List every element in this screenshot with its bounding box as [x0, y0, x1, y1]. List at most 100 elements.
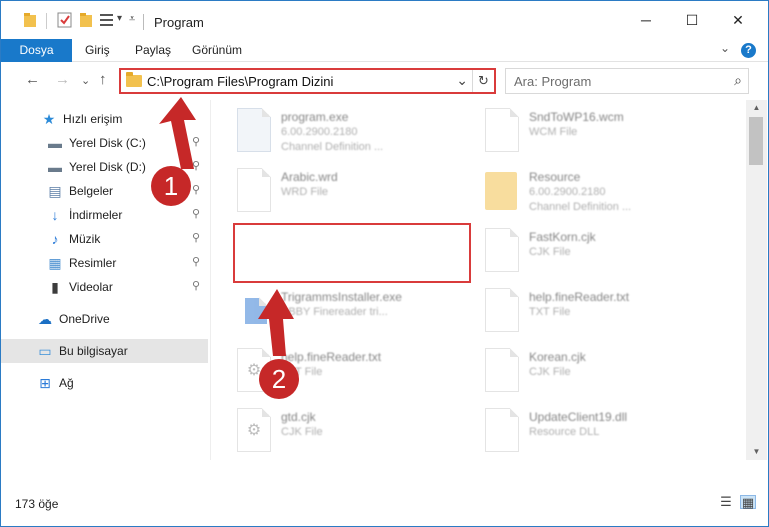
sidebar-item-label: İndirmeler — [69, 208, 123, 222]
help-icon[interactable]: ? — [741, 43, 756, 58]
forward-button[interactable]: → — [55, 71, 70, 88]
file-detail: CJK File — [529, 246, 571, 258]
status-bar: 173 öğe ☰ ▦ — [1, 489, 768, 526]
file-name: program.exe — [281, 110, 349, 124]
sidebar-item[interactable]: ⊞ Ağ — [1, 371, 208, 395]
pin-icon: ⚲ — [191, 160, 200, 172]
back-button[interactable]: ← — [25, 71, 40, 88]
expand-ribbon-icon[interactable]: ⌄ — [720, 41, 730, 55]
file-item[interactable]: Resource 6.00.2900.2180 Channel Definition… — [481, 164, 721, 220]
file-detail: CJK File — [529, 366, 571, 378]
sidebar-item-label: Videolar — [69, 280, 113, 294]
file-detail: 6.00.2900.2180 — [529, 186, 606, 198]
sidebar-item-label: Resimler — [69, 256, 117, 270]
recent-locations-button[interactable]: ⌄ — [81, 74, 90, 87]
scroll-down-arrow[interactable]: ▼ — [746, 444, 767, 460]
step-1-callout: 1 — [151, 166, 191, 206]
file-detail: Channel Definition ... — [281, 141, 384, 153]
maximize-button[interactable]: ☐ — [669, 1, 715, 39]
file-detail: 6.00.2900.2180 — [281, 126, 358, 138]
details-view-icon[interactable]: ☰ — [718, 495, 734, 509]
sidebar-item[interactable]: ▦ Resimler ⚲ — [1, 251, 208, 275]
sidebar-item[interactable]: ▭ Bu bilgisayar — [1, 339, 208, 363]
minimize-button[interactable]: ─ — [623, 1, 669, 39]
item-count: 173 öğe — [15, 497, 59, 511]
file-item[interactable]: help.fineReader.txt TXT File — [481, 284, 721, 340]
scroll-thumb[interactable] — [749, 117, 763, 165]
file-name: UpdateClient19.dll — [529, 410, 628, 424]
large-icons-view-icon[interactable]: ▦ — [740, 495, 756, 510]
quick-access-dropdown-icon[interactable]: ▾ — [117, 13, 122, 24]
sidebar-item[interactable]: ▮ Videolar ⚲ — [1, 275, 208, 299]
file-name: help.fineReader.txt — [529, 290, 630, 304]
refresh-button[interactable]: ↻ — [472, 70, 494, 92]
customize-toolbar-icon[interactable]: ⩡ — [129, 13, 135, 26]
file-icon — [485, 408, 519, 452]
sidebar-item[interactable]: ▬ Yerel Disk (C:) ⚲ — [1, 131, 208, 155]
tab-view[interactable]: Görünüm — [192, 39, 242, 62]
file-detail: WCM File — [529, 126, 578, 138]
tab-share[interactable]: Paylaş — [135, 39, 171, 62]
file-item[interactable]: Arabic.wrd WRD File — [233, 164, 473, 220]
file-item[interactable]: Korean.cjk CJK File — [481, 344, 721, 400]
file-item[interactable]: SndToWP16.wcm WCM File — [481, 104, 721, 160]
address-bar[interactable]: C:\Program Files\Program Dizini ⌄ ↻ — [119, 68, 496, 94]
videos-icon: ▮ — [51, 279, 59, 295]
drive-icon: ▬ — [48, 159, 62, 175]
pictures-icon: ▦ — [48, 255, 62, 271]
tab-home[interactable]: Giriş — [85, 39, 110, 62]
properties-icon[interactable] — [57, 12, 72, 28]
file-item[interactable]: ⚙ gtd.cjk CJK File — [233, 404, 473, 460]
drive-icon: ▬ — [48, 135, 62, 151]
sidebar-item[interactable]: ♪ Müzik ⚲ — [1, 227, 208, 251]
pin-icon: ⚲ — [191, 256, 200, 268]
pin-icon: ⚲ — [191, 184, 200, 196]
step-2-callout: 2 — [259, 359, 299, 399]
file-name: SndToWP16.wcm — [529, 110, 624, 124]
file-detail: WRD File — [281, 186, 329, 198]
computer-icon: ▭ — [38, 343, 52, 359]
address-path[interactable]: C:\Program Files\Program Dizini — [147, 74, 333, 89]
cloud-icon: ☁ — [38, 311, 52, 327]
divider — [143, 14, 144, 30]
customize-icon[interactable] — [99, 12, 115, 28]
download-icon: ↓ — [51, 207, 59, 223]
tab-file[interactable]: Dosya — [1, 39, 72, 62]
file-icon — [485, 108, 519, 152]
close-button[interactable]: ✕ — [715, 1, 761, 39]
pin-icon: ⚲ — [191, 208, 200, 220]
gear-file-icon: ⚙ — [237, 408, 271, 452]
search-input[interactable]: Ara: Program ⌕ — [505, 68, 749, 94]
file-icon — [237, 168, 271, 212]
sidebar-item-label: Müzik — [69, 232, 101, 246]
sidebar-item[interactable]: ↓ İndirmeler ⚲ — [1, 203, 208, 227]
search-icon[interactable]: ⌕ — [734, 72, 742, 89]
sidebar-item[interactable]: ★ Hızlı erişim — [1, 107, 208, 131]
sidebar-item-label: Yerel Disk (D:) — [69, 160, 146, 174]
file-item[interactable]: program.exe 6.00.2900.2180 Channel Definit… — [233, 104, 473, 160]
sidebar-item-label: Hızlı erişim — [63, 112, 123, 126]
vertical-scrollbar[interactable]: ▲ ▼ — [746, 100, 767, 460]
documents-icon: ▤ — [48, 183, 62, 199]
pin-icon: ⚲ — [191, 232, 200, 244]
sidebar-item-label: OneDrive — [59, 312, 110, 326]
file-detail: TXT File — [529, 306, 571, 318]
new-folder-icon[interactable] — [79, 12, 93, 28]
file-detail: Resource DLL — [529, 426, 600, 438]
file-icon — [485, 228, 519, 272]
file-item[interactable]: UpdateClient19.dll Resource DLL — [481, 404, 721, 460]
file-item[interactable]: FastKorn.cjk CJK File — [481, 224, 721, 280]
folder-icon — [485, 172, 517, 210]
file-detail: ABBY Finereader tri... — [281, 306, 388, 318]
file-name: Arabic.wrd — [281, 170, 338, 184]
file-item[interactable]: TrigrammsInstaller.exe ABBY Finereader tr… — [233, 284, 473, 340]
scroll-up-arrow[interactable]: ▲ — [746, 100, 767, 116]
sidebar-item[interactable]: ☁ OneDrive — [1, 307, 208, 331]
navigation-pane: ★ Hızlı erişim ▬ Yerel Disk (C:) ⚲ ▬ Yerel Dis… — [1, 100, 211, 460]
address-dropdown-icon[interactable]: ⌄ — [456, 72, 468, 89]
file-name: Resource — [529, 170, 581, 184]
up-button[interactable]: ↑ — [99, 71, 107, 88]
folder-icon — [126, 72, 142, 87]
pin-icon: ⚲ — [191, 280, 200, 292]
folder-icon — [24, 13, 36, 27]
